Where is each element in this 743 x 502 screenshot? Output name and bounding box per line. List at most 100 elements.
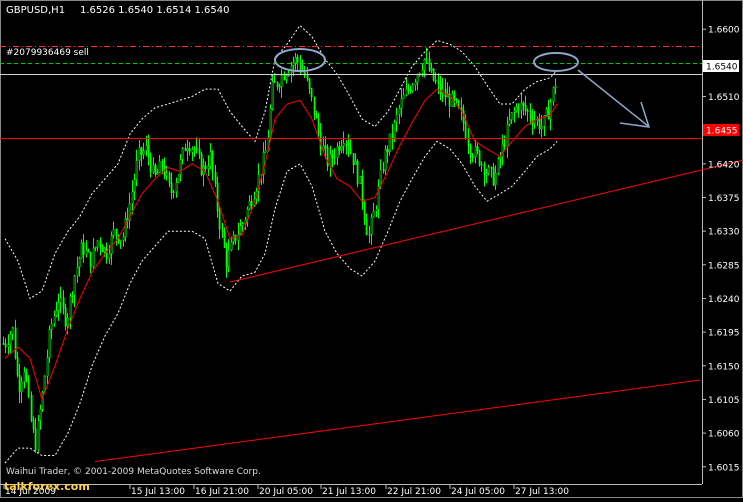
candle-body bbox=[73, 275, 76, 296]
candle-body bbox=[16, 357, 19, 376]
candle-body bbox=[25, 371, 28, 381]
candle-body bbox=[156, 172, 159, 175]
footer-copyright: Waihui Trader, © 2001-2009 MetaQuotes So… bbox=[6, 467, 261, 477]
time-tick-label: 21 Jul 13:00 bbox=[322, 487, 376, 497]
candle-body bbox=[529, 111, 532, 119]
candle-body bbox=[520, 102, 523, 111]
candle-body bbox=[34, 428, 37, 451]
candle-body bbox=[497, 158, 500, 174]
candle-body bbox=[513, 110, 516, 113]
candle-body bbox=[170, 182, 173, 193]
candle-body bbox=[545, 108, 548, 116]
candle-body bbox=[177, 174, 180, 183]
candle-body bbox=[158, 160, 161, 173]
candle-body bbox=[82, 242, 85, 255]
candle-body bbox=[211, 151, 214, 173]
candle-body bbox=[317, 117, 320, 133]
candle-body bbox=[444, 88, 447, 98]
chart-header-symbol: GBPUSD,H1 bbox=[6, 5, 65, 16]
candle-body bbox=[221, 228, 224, 233]
candle-body bbox=[59, 297, 62, 304]
candle-body bbox=[230, 241, 233, 251]
candle-body bbox=[78, 257, 81, 268]
chart-container[interactable]: 1.66001.65551.65101.64651.64201.63751.63… bbox=[0, 0, 743, 498]
candle-body bbox=[209, 151, 212, 167]
candle-body bbox=[241, 223, 244, 227]
candle-body bbox=[108, 253, 111, 259]
candle-body bbox=[540, 125, 543, 130]
candle-body bbox=[223, 231, 226, 248]
candle-body bbox=[278, 86, 281, 88]
candle-body bbox=[191, 148, 194, 153]
candle-body bbox=[510, 112, 513, 121]
candle-body bbox=[152, 164, 155, 173]
candle-body bbox=[50, 323, 53, 330]
candle-body bbox=[39, 408, 42, 421]
candle-body bbox=[234, 234, 237, 241]
candle-body bbox=[37, 420, 40, 451]
candle-body bbox=[409, 89, 412, 92]
candle-body bbox=[315, 114, 318, 119]
time-tick-label: 27 Jul 13:00 bbox=[515, 487, 569, 497]
candle-body bbox=[554, 85, 557, 89]
candle-body bbox=[32, 420, 35, 430]
candle-body bbox=[547, 108, 550, 120]
time-tick-label: 20 Jul 05:00 bbox=[259, 487, 313, 497]
candle-body bbox=[200, 153, 203, 176]
candle-body bbox=[400, 97, 403, 109]
candle-body bbox=[46, 357, 49, 377]
candle-body bbox=[313, 96, 316, 115]
candle-body bbox=[336, 146, 339, 158]
candle-body bbox=[14, 327, 17, 358]
candle-body bbox=[333, 157, 336, 159]
candle-body bbox=[386, 148, 389, 153]
candle-body bbox=[96, 240, 99, 248]
candle-body bbox=[179, 159, 182, 175]
candle-body bbox=[62, 297, 65, 309]
candle-body bbox=[131, 191, 134, 204]
candle-body bbox=[405, 88, 408, 96]
price-chart[interactable]: 1.66001.65551.65101.64651.64201.63751.63… bbox=[0, 0, 743, 498]
candle-body bbox=[2, 343, 5, 345]
candle-body bbox=[538, 119, 541, 130]
candle-body bbox=[453, 93, 456, 100]
candle-body bbox=[338, 146, 341, 151]
candle-body bbox=[41, 392, 44, 410]
candle-body bbox=[480, 164, 483, 166]
candle-body bbox=[503, 143, 506, 147]
candle-body bbox=[110, 235, 113, 255]
price-tick-label: 1.6195 bbox=[708, 329, 740, 339]
candle-body bbox=[280, 75, 283, 87]
candle-body bbox=[508, 119, 511, 125]
candle-body bbox=[345, 142, 348, 145]
candle-body bbox=[20, 381, 23, 392]
candle-body bbox=[145, 144, 148, 151]
candle-body bbox=[71, 295, 74, 297]
candle-body bbox=[379, 169, 382, 187]
candle-body bbox=[147, 144, 150, 158]
candle-body bbox=[414, 81, 417, 86]
time-tick-label: 22 Jul 21:00 bbox=[387, 487, 441, 497]
candle-body bbox=[501, 143, 504, 158]
candle-body bbox=[517, 106, 520, 111]
candle-body bbox=[499, 156, 502, 160]
candle-body bbox=[494, 172, 497, 186]
price-tick-label: 1.6510 bbox=[708, 93, 740, 103]
candle-body bbox=[398, 107, 401, 115]
candle-body bbox=[92, 247, 95, 268]
candle-body bbox=[225, 246, 228, 267]
candle-body bbox=[478, 150, 481, 165]
candle-body bbox=[423, 58, 426, 71]
candle-body bbox=[421, 69, 424, 74]
candle-body bbox=[85, 250, 88, 255]
candle-body bbox=[264, 150, 267, 153]
candle-body bbox=[524, 105, 527, 111]
candle-body bbox=[285, 75, 288, 80]
candle-body bbox=[430, 68, 433, 71]
candle-body bbox=[437, 81, 440, 85]
candle-body bbox=[138, 147, 141, 161]
candle-body bbox=[23, 371, 26, 383]
candle-body bbox=[464, 122, 467, 139]
candle-body bbox=[216, 182, 219, 211]
candle-body bbox=[55, 310, 58, 317]
